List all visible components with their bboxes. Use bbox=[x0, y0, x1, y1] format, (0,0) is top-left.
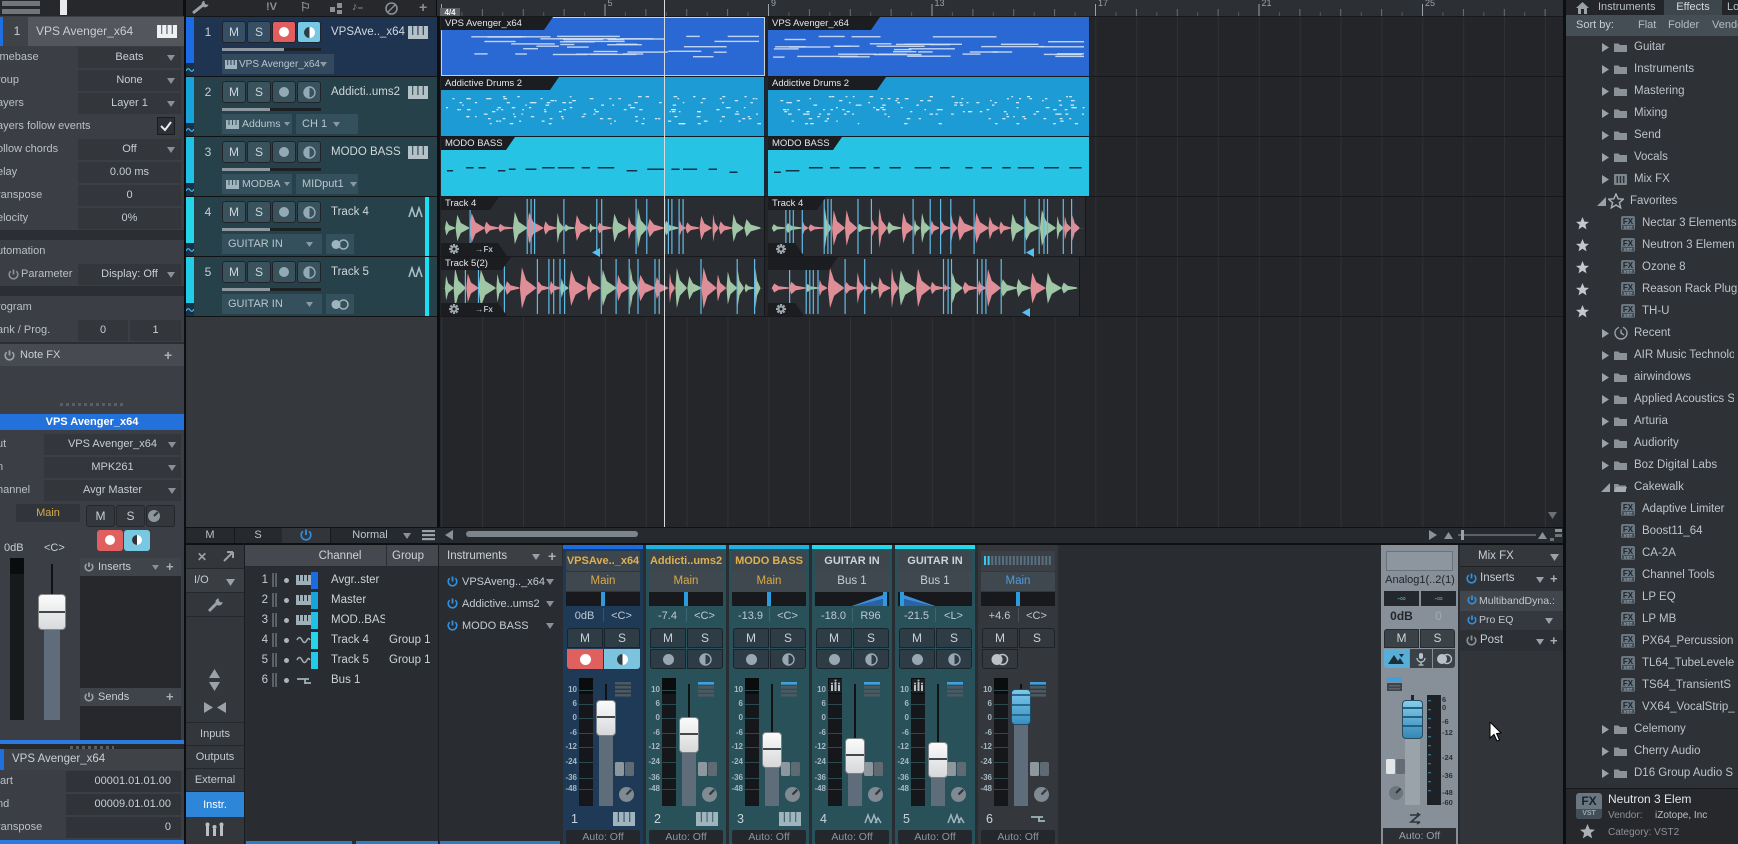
svg-text:VST: VST bbox=[1624, 269, 1633, 274]
svg-text:VST: VST bbox=[1624, 555, 1633, 560]
svg-text:VST: VST bbox=[1624, 577, 1633, 582]
svg-text:5: 5 bbox=[608, 0, 613, 8]
svg-text:25: 25 bbox=[1425, 0, 1435, 8]
svg-text:VST: VST bbox=[1624, 665, 1633, 670]
svg-text:9: 9 bbox=[771, 0, 776, 8]
svg-text:VST: VST bbox=[1624, 291, 1633, 296]
svg-text:VST: VST bbox=[1624, 313, 1633, 318]
svg-text:13: 13 bbox=[935, 0, 945, 8]
svg-text:VST: VST bbox=[1624, 621, 1633, 626]
svg-text:VST: VST bbox=[1624, 247, 1633, 252]
svg-text:VST: VST bbox=[1624, 511, 1633, 516]
svg-text:VST: VST bbox=[1624, 687, 1633, 692]
svg-text:VST: VST bbox=[1624, 599, 1633, 604]
svg-text:17: 17 bbox=[1098, 0, 1108, 8]
svg-text:VST: VST bbox=[1624, 225, 1633, 230]
svg-text:VST: VST bbox=[1624, 533, 1633, 538]
svg-text:VST: VST bbox=[1624, 709, 1633, 714]
svg-text:VST: VST bbox=[1624, 643, 1633, 648]
svg-text:21: 21 bbox=[1262, 0, 1272, 8]
